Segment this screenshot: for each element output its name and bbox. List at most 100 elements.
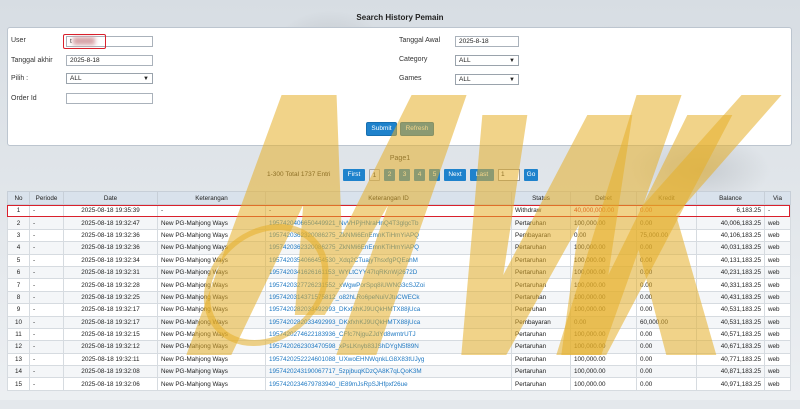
games-select[interactable]: ALL ▼ [455,74,519,85]
table-cell: New PG-Mahjong Ways [157,228,266,243]
page-button-2[interactable]: 2 [384,169,395,181]
table-row[interactable]: 4-2025-08-18 19:32:36 New PG-Mahjong Ways… [7,241,791,255]
pilih-select-value: ALL [70,75,82,82]
first-page-button[interactable]: First [343,169,365,181]
page-button-1[interactable]: 1 [369,169,380,181]
table-cell: - [29,241,64,255]
next-page-button[interactable]: Next [444,169,466,181]
table-cell[interactable]: 1957420314371575812_o82hLRo6peNuiVJtuCWE… [265,290,512,305]
submit-button[interactable]: Submit [366,122,397,136]
table-cell: New PG-Mahjong Ways [157,327,266,342]
table-cell: Pertaruhan [511,290,571,305]
page-button-3[interactable]: 3 [399,169,410,181]
table-row[interactable]: 1-2025-08-18 19:35:39- - Withdraw 40,000,00… [7,203,791,218]
table-cell[interactable]: 1957420252224601088_UXwoEHNWqnkLG8X83tUJ… [265,352,512,367]
table-cell[interactable]: 1957420362320086275_ZkNMi6EnEmnKTiHmYiAP… [265,228,512,243]
table-cell: web [764,365,791,379]
tanggal-akhir-input[interactable]: 2025-8-18 [66,55,153,66]
table-cell: Pertaruhan [511,265,571,280]
table-cell[interactable]: 1957420274622183936_CFfc7NjguZJdYd8wmtrU… [265,327,512,342]
table-cell[interactable]: 1957420362320086275_ZkNMi6EnEmnKTiHmYiAP… [265,241,512,255]
table-cell: 0.00 [636,241,697,255]
page-number-input[interactable]: 1 [498,169,520,181]
table-cell: - [29,228,64,243]
table-cell: 40,031,183.25 [696,241,765,255]
page-button-4[interactable]: 4 [414,169,425,181]
table-cell: 100,000.00 [570,303,637,317]
table-cell: - [29,290,64,305]
table-cell: - [29,315,64,329]
page-button-5[interactable]: 5 [429,169,440,181]
table-cell: 100,000.00 [570,265,637,280]
column-header: Keterangan [157,191,266,205]
table-cell: web [764,278,791,292]
table-cell[interactable]: 1957420341626161153_WYLtCYY47IqRKnWj2672… [265,265,512,280]
table-cell: Pertaruhan [511,278,571,292]
table-cell[interactable]: 1957420282033492993_DKxfxhKJ9UQkHMTX88jU… [265,303,512,317]
table-cell[interactable]: 1957420327726231552_xWgwPorSpq8iUWNG3cSJ… [265,278,512,292]
table-row[interactable]: 7-2025-08-18 19:32:28 New PG-Mahjong Ways… [7,278,791,292]
pagination-info: 1-300 Total 1737 Entri [267,171,331,178]
table-cell[interactable]: 1957420282033492993_DKxfxhKJ9UQkHMTX88jU… [265,315,512,329]
table-row[interactable]: 3-2025-08-18 19:32:36 New PG-Mahjong Ways… [7,228,791,243]
table-row[interactable]: 8-2025-08-18 19:32:25 New PG-Mahjong Ways… [7,290,791,305]
go-button[interactable]: Go [524,169,538,181]
order-id-label: Order Id [11,95,37,102]
refresh-button[interactable]: Refresh [400,122,434,136]
table-cell: 2025-08-18 19:32:31 [63,265,158,280]
table-row[interactable]: 11-2025-08-18 19:32:15 New PG-Mahjong Way… [7,327,791,342]
pilih-label: Pilih : [11,75,29,82]
order-id-input[interactable] [66,93,153,104]
table-row[interactable]: 15-2025-08-18 19:32:06 New PG-Mahjong Way… [7,377,791,391]
table-cell: 40,231,183.25 [696,265,765,280]
table-cell: Pertaruhan [511,303,571,317]
table-cell: 2025-08-18 19:32:17 [63,315,158,329]
table-row[interactable]: 9-2025-08-18 19:32:17 New PG-Mahjong Ways… [7,303,791,317]
table-cell[interactable]: 1957420262303470598_xPsLKnyb83JShDYgN5f8… [265,340,512,354]
user-label: User [11,37,26,44]
tanggal-awal-label: Tanggal Awal [399,37,441,44]
table-cell: 1 [7,203,30,218]
table-row[interactable]: 10-2025-08-18 19:32:17 New PG-Mahjong Way… [7,315,791,329]
pilih-select[interactable]: ALL ▼ [66,73,153,84]
table-cell: 4 [7,241,30,255]
column-header: Keterangan ID [265,191,512,205]
table-cell: 11 [7,327,30,342]
tanggal-akhir-label: Tanggal akhir [11,57,53,64]
table-cell: 2025-08-18 19:32:34 [63,253,158,267]
tanggal-awal-input[interactable]: 2025-8-18 [455,36,519,47]
table-cell: 0.00 [636,278,697,292]
table-cell: 2025-08-18 19:35:39 [63,203,158,218]
table-cell: New PG-Mahjong Ways [157,253,266,267]
last-page-button[interactable]: Last [470,169,494,181]
table-cell: 40,106,183.25 [696,228,765,243]
table-header-row: No Periode Date Keterangan Keterangan ID Stat… [7,191,791,205]
table-cell: - [29,377,64,391]
table-cell[interactable]: 1957420234679783940_IE89mJsRpSJHfpxf26ue [265,377,512,391]
table-cell: - [29,203,64,218]
table-cell: 40,871,183.25 [696,365,765,379]
category-select[interactable]: ALL ▼ [455,55,519,66]
table-cell: 0.00 [636,216,697,230]
table-cell[interactable]: 1957420406650449921_NvVHPjHNraHnQ4T3glgc… [265,216,512,230]
table-row[interactable]: 14-2025-08-18 19:32:08 New PG-Mahjong Way… [7,365,791,379]
table-row[interactable]: 12-2025-08-18 19:32:12 New PG-Mahjong Way… [7,340,791,354]
table-cell: web [764,340,791,354]
table-cell: 2025-08-18 19:32:15 [63,327,158,342]
table-row[interactable]: 13-2025-08-18 19:32:11 New PG-Mahjong Way… [7,352,791,367]
table-cell: 40,331,183.25 [696,278,765,292]
chevron-down-icon: ▼ [143,76,149,82]
table-cell[interactable]: 1957420354066454530_Xdq2CTuajyThsxfgPQEa… [265,253,512,267]
table-row[interactable]: 6-2025-08-18 19:32:31 New PG-Mahjong Ways… [7,265,791,280]
table-cell: - [764,203,791,218]
table-cell: New PG-Mahjong Ways [157,265,266,280]
table-cell: web [764,327,791,342]
table-cell: 100,000.00 [570,241,637,255]
table-cell[interactable]: 1957420243190067717_5zpjbuqKDzQA8K7qLQoK… [265,365,512,379]
table-cell: - [29,340,64,354]
table-cell: - [29,365,64,379]
table-row[interactable]: 5-2025-08-18 19:32:34 New PG-Mahjong Ways… [7,253,791,267]
chevron-down-icon: ▼ [509,77,515,83]
column-header: Periode [29,191,64,205]
table-row[interactable]: 2-2025-08-18 19:32:47 New PG-Mahjong Ways… [7,216,791,230]
